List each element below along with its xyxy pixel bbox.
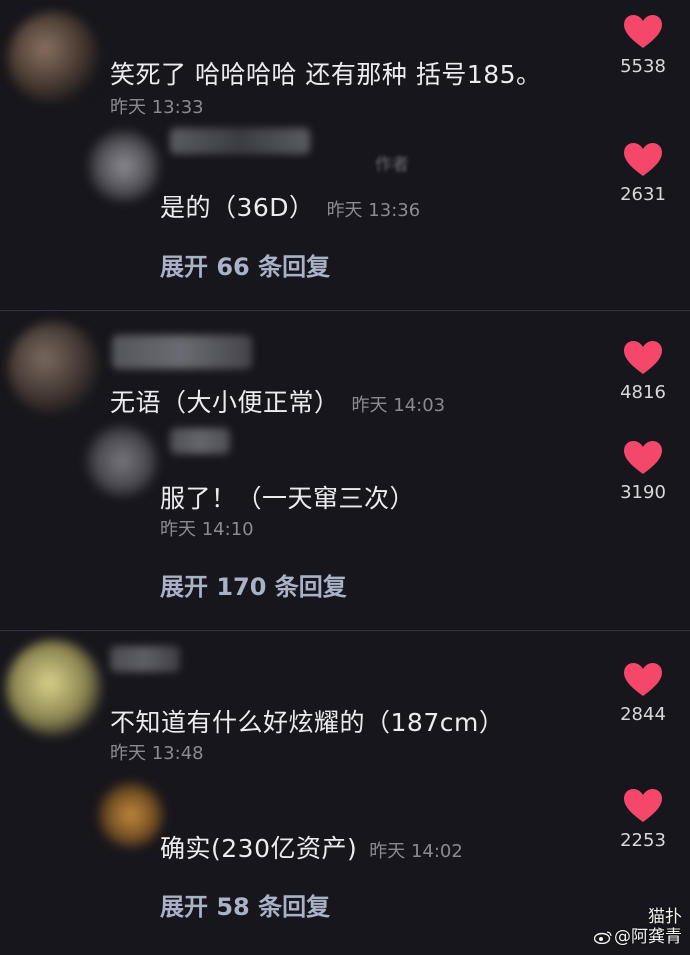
like-count: 2631 bbox=[620, 184, 666, 205]
reply-avatar[interactable] bbox=[88, 130, 160, 202]
heart-icon[interactable] bbox=[623, 788, 663, 824]
reply-body: 确实(230亿资产) bbox=[160, 834, 358, 863]
comment-text: 笑死了 哈哈哈哈 还有那种 括号185。 bbox=[110, 60, 542, 89]
reply-text: 确实(230亿资产) 昨天 14:02 bbox=[160, 829, 463, 865]
reply-text: 服了！（一天窜三次） bbox=[160, 484, 416, 513]
comment-time: 昨天 14:03 bbox=[351, 395, 446, 416]
comment-text: 无语（大小便正常） 昨天 14:03 bbox=[110, 383, 445, 419]
comment-time: 昨天 13:48 bbox=[110, 743, 204, 764]
watermark-handle: @阿龚青 bbox=[594, 927, 682, 947]
like-button[interactable]: 5538 bbox=[608, 14, 678, 77]
heart-icon[interactable] bbox=[623, 440, 663, 476]
like-count: 5538 bbox=[620, 56, 666, 77]
reply-avatar[interactable] bbox=[98, 782, 164, 848]
weibo-logo-icon bbox=[594, 931, 612, 944]
watermark: 猫扑 @阿龚青 bbox=[594, 907, 682, 947]
comment-text: 不知道有什么好炫耀的（187cm） bbox=[110, 708, 505, 737]
like-button[interactable]: 4816 bbox=[608, 340, 678, 403]
expand-replies-button[interactable]: 展开 170 条回复 bbox=[160, 567, 347, 602]
username[interactable] bbox=[110, 646, 180, 672]
expand-replies-button[interactable]: 展开 66 条回复 bbox=[160, 247, 330, 282]
like-count: 4816 bbox=[620, 382, 666, 403]
comment-time: 昨天 13:33 bbox=[110, 97, 204, 118]
author-tag: 作者 bbox=[375, 155, 409, 175]
username[interactable] bbox=[112, 335, 252, 369]
heart-icon[interactable] bbox=[623, 662, 663, 698]
reply-time: 昨天 14:10 bbox=[160, 519, 254, 540]
avatar[interactable] bbox=[6, 640, 102, 736]
comment-body: 无语（大小便正常） bbox=[110, 388, 340, 417]
watermark-brand: 猫扑 bbox=[648, 907, 682, 927]
reply-avatar[interactable] bbox=[86, 425, 158, 497]
like-button[interactable]: 2631 bbox=[608, 142, 678, 205]
like-button[interactable]: 2253 bbox=[608, 788, 678, 851]
watermark-handle-text: @阿龚青 bbox=[614, 927, 682, 947]
like-count: 3190 bbox=[620, 482, 666, 503]
like-button[interactable]: 3190 bbox=[608, 440, 678, 503]
avatar[interactable] bbox=[8, 12, 100, 104]
like-button[interactable]: 2844 bbox=[608, 662, 678, 725]
reply-username[interactable] bbox=[170, 428, 230, 454]
reply-body: 是的（36D） bbox=[160, 193, 315, 222]
heart-icon[interactable] bbox=[623, 142, 663, 178]
reply-username[interactable] bbox=[170, 128, 310, 154]
like-count: 2253 bbox=[620, 830, 666, 851]
like-count: 2844 bbox=[620, 704, 666, 725]
thread-divider bbox=[0, 310, 690, 311]
avatar[interactable] bbox=[8, 322, 100, 414]
thread-divider bbox=[0, 630, 690, 631]
heart-icon[interactable] bbox=[623, 340, 663, 376]
reply-text: 是的（36D） 昨天 13:36 bbox=[160, 188, 420, 224]
reply-time: 昨天 13:36 bbox=[326, 200, 421, 221]
heart-icon[interactable] bbox=[623, 14, 663, 50]
reply-time: 昨天 14:02 bbox=[369, 841, 463, 862]
expand-replies-button[interactable]: 展开 58 条回复 bbox=[160, 887, 330, 922]
